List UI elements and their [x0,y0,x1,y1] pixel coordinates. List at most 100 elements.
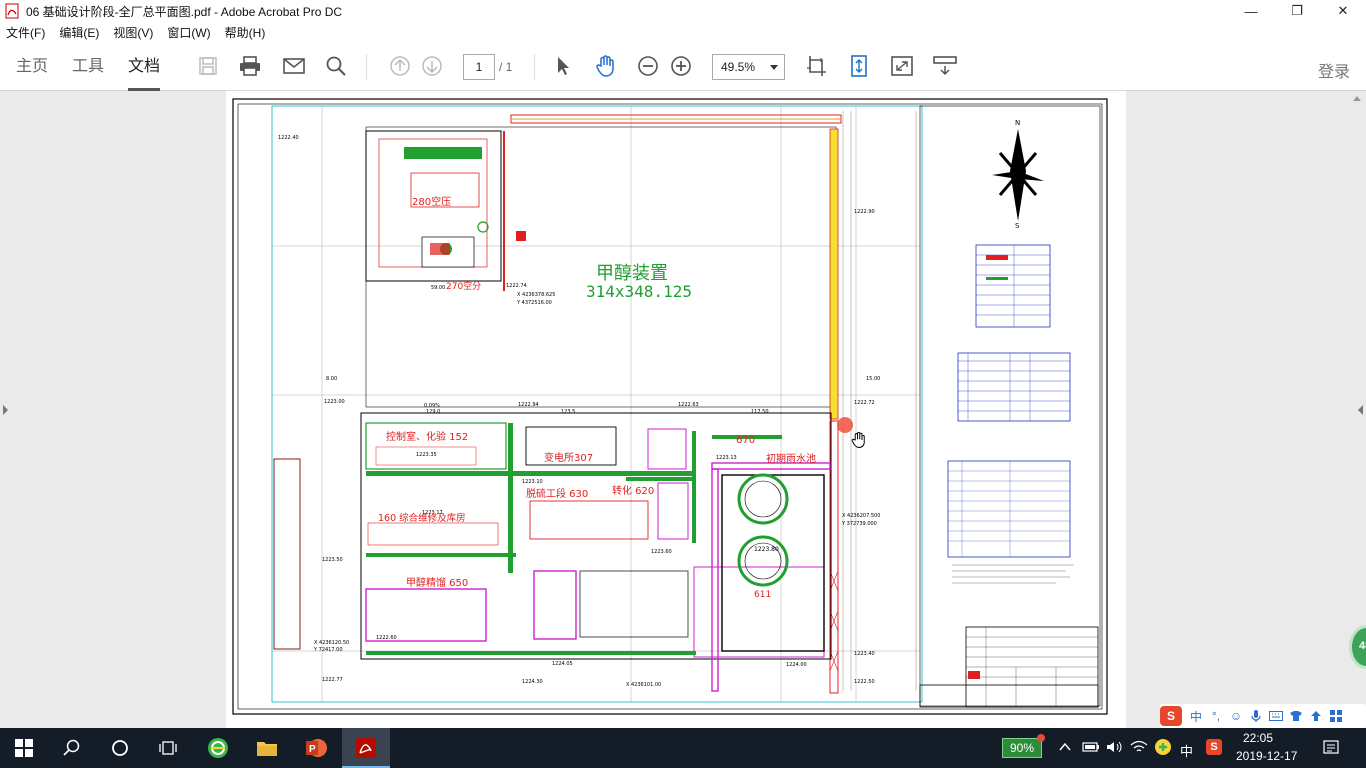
ime-voice-icon[interactable] [1246,706,1266,726]
ime-upload-icon[interactable] [1306,706,1326,726]
tab-home[interactable]: 主页 [16,42,48,91]
coord-label: X 4236101.00 [626,682,661,688]
ime-skin-icon[interactable] [1286,706,1306,726]
label-south: S [1015,222,1020,230]
window-title: 06 基础设计阶段-全厂总平面图.pdf - Adobe Acrobat Pro… [26,4,343,19]
notification-dot [1037,734,1045,742]
label-substation: 变电所307 [544,451,593,464]
hand-cursor-icon [850,431,868,452]
menu-edit[interactable]: 编辑(E) [59,24,99,41]
ime-punct[interactable]: °, [1206,706,1226,726]
clock-date[interactable]: 2019-12-17 [1236,749,1297,763]
network-icon[interactable] [1130,740,1148,757]
print-icon[interactable] [236,52,264,80]
coord-label: 1222.77 [322,677,343,683]
zoom-out-icon[interactable] [634,52,662,80]
coord-label: X 4236207.500 [842,513,880,519]
360-security-icon[interactable] [1154,738,1172,759]
ime-lang[interactable]: 中 [1186,706,1206,726]
menu-help[interactable]: 帮助(H) [225,24,266,41]
left-panel-toggle-icon[interactable] [3,405,8,415]
coord-label: 1222.63 [678,402,699,408]
maximize-button[interactable]: ❐ [1274,0,1320,22]
acrobat-icon[interactable] [342,728,390,768]
tab-tools[interactable]: 工具 [72,42,104,91]
coord-label: X 4236120.50 [314,640,349,646]
start-icon[interactable] [0,728,48,768]
menu-view[interactable]: 视图(V) [113,24,153,41]
powerpoint-icon[interactable]: P [292,728,340,768]
select-arrow-icon[interactable] [549,52,577,80]
360-browser-icon[interactable] [194,728,242,768]
battery-indicator[interactable]: 90% [1002,738,1042,758]
coord-label: 129.0 [426,409,440,415]
label-methanol-unit: 甲醇装置 [596,263,668,284]
pdf-page[interactable]: 280空压 270空分 甲醇装置 314x348.125 1222.40 X 4… [226,91,1126,728]
coord-label: 1222.74 [506,283,527,289]
coord-label: 1223.50 [322,557,343,563]
battery-icon[interactable] [1082,740,1100,757]
chevron-up-icon[interactable] [1058,740,1072,757]
action-center-icon[interactable] [1322,739,1340,760]
toolbar-divider [366,54,367,80]
coord-label: 1222.72 [854,400,875,406]
coord-label: 117.50 [751,409,769,415]
coord-label: 1223.35 [416,452,437,458]
ime-keyboard-icon[interactable] [1266,706,1286,726]
coord-label: Y 4372516.00 [516,300,552,306]
next-page-icon[interactable] [418,52,446,80]
tab-document[interactable]: 文档 [128,42,161,91]
task-view-icon[interactable] [144,728,192,768]
zoom-select[interactable]: 49.5% [712,54,785,80]
chevron-down-icon [770,65,778,70]
label-air-compressor: 280空压 [412,195,451,208]
label-611: 611 [754,590,771,600]
coord-label: 123.5 [561,409,575,415]
sogou-logo-icon[interactable]: S [1160,706,1182,726]
toolbar-divider [534,54,535,80]
label-initial-rain-pool: 初期雨水池 [766,452,816,465]
file-explorer-icon[interactable] [243,728,291,768]
ime-menu-icon[interactable] [1326,706,1346,726]
hand-icon[interactable] [592,52,620,80]
search-icon[interactable] [48,728,96,768]
mail-icon[interactable] [280,52,308,80]
cortana-icon[interactable] [96,728,144,768]
page-number-input[interactable]: 1 [463,54,495,80]
save-icon[interactable] [194,52,222,80]
zoom-in-icon[interactable] [667,52,695,80]
coord-label: 1222.50 [854,679,875,685]
crop-icon[interactable] [802,52,830,80]
label-desulfurization: 脱硫工段 630 [526,487,588,500]
scroll-icon[interactable] [845,52,873,80]
search-icon[interactable] [322,52,350,80]
menu-window[interactable]: 窗口(W) [167,24,210,41]
coord-label: 1224.30 [522,679,543,685]
coord-label: 1222.40 [278,135,299,141]
more-tools-icon[interactable] [931,52,959,80]
close-button[interactable]: ✕ [1320,0,1366,22]
minimize-button[interactable]: — [1228,0,1274,22]
label-control-room: 控制室、化验 152 [386,430,468,443]
prev-page-icon[interactable] [386,52,414,80]
right-panel-toggle-icon[interactable] [1358,405,1363,415]
svg-text:P: P [309,744,316,755]
sogou-tray-icon[interactable]: S [1206,739,1222,755]
ime-emoji-icon[interactable]: ☺ [1226,706,1246,726]
menu-bar: 文件(F) 编辑(E) 视图(V) 窗口(W) 帮助(H) [0,22,1366,42]
coord-label: 8.00 [326,376,337,382]
page-total: / 1 [499,60,513,74]
clock-time[interactable]: 22:05 [1243,731,1273,745]
menu-file[interactable]: 文件(F) [6,24,45,41]
title-bar: 06 基础设计阶段-全厂总平面图.pdf - Adobe Acrobat Pro… [0,0,1366,22]
volume-icon[interactable] [1106,740,1124,757]
fullscreen-icon[interactable] [888,52,916,80]
coord-label: 1224.00 [786,662,807,668]
coord-label: Y 372739.000 [841,521,877,527]
scroll-up-icon[interactable] [1353,96,1361,101]
coord-label: 1224.05 [552,661,573,667]
coord-label: 1223.00 [324,399,345,405]
login-link[interactable]: 登录 [1318,58,1350,82]
ime-language-indicator[interactable]: 中 [1180,741,1193,760]
label-north: N [1015,119,1020,127]
